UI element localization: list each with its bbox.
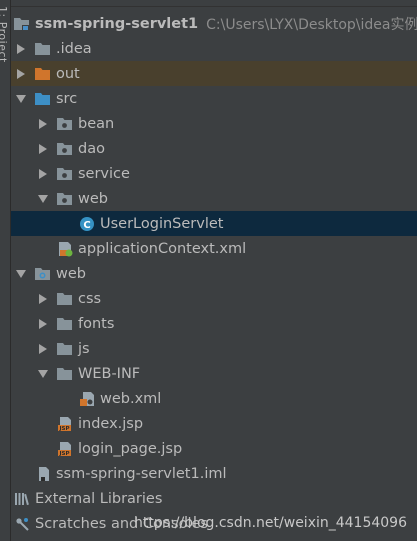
excluded-folder-icon: [34, 66, 51, 82]
tree-label: bean: [78, 115, 115, 132]
tree-row-dao[interactable]: dao: [11, 136, 417, 161]
tree-row-fonts[interactable]: fonts: [11, 311, 417, 336]
svg-text:C: C: [83, 220, 90, 231]
package-icon: [56, 116, 73, 132]
web-folder-icon: [34, 266, 51, 282]
tree-row-web-xml[interactable]: web.xml: [11, 386, 417, 411]
folder-icon: [56, 341, 73, 357]
folder-icon: [34, 41, 51, 57]
folder-icon: [56, 291, 73, 307]
tree-label: External Libraries: [35, 490, 163, 507]
tree-label: dao: [78, 140, 105, 157]
scratches-icon: [13, 516, 30, 532]
package-icon: [56, 141, 73, 157]
source-folder-icon: [34, 91, 51, 107]
libraries-icon: [13, 491, 30, 507]
chevron-down-icon[interactable]: [15, 268, 27, 280]
java-class-icon: C: [78, 216, 95, 232]
chevron-right-icon[interactable]: [15, 43, 27, 55]
chevron-right-icon[interactable]: [37, 143, 49, 155]
tree-row-iml[interactable]: ssm-spring-servlet1.iml: [11, 461, 417, 486]
tree-row-login-page-jsp[interactable]: JSP login_page.jsp: [11, 436, 417, 461]
tree-row-bean[interactable]: bean: [11, 111, 417, 136]
tree-row-web[interactable]: web: [11, 261, 417, 286]
chevron-down-icon[interactable]: [37, 368, 49, 380]
tree-label: service: [78, 165, 130, 182]
tree-label: applicationContext.xml: [78, 240, 247, 257]
tree-label: src: [56, 90, 78, 107]
package-icon: [56, 166, 73, 182]
tree-row-project-root[interactable]: ssm-spring-servlet1 C:\Users\LYX\Desktop…: [11, 11, 417, 36]
tree-label: web.xml: [100, 390, 162, 407]
project-path: C:\Users\LYX\Desktop\idea实例: [206, 16, 417, 33]
tree-row-service[interactable]: service: [11, 161, 417, 186]
tree-label: out: [56, 65, 80, 82]
tree-row-user-login-servlet[interactable]: C UserLoginServlet: [11, 211, 417, 236]
chevron-right-icon[interactable]: [37, 318, 49, 330]
xml-file-icon: [78, 391, 95, 407]
project-name: ssm-spring-servlet1: [35, 15, 199, 32]
watermark-text: https://blog.csdn.net/weixin_44154096: [133, 515, 407, 531]
tree-label: login_page.jsp: [78, 440, 183, 457]
module-file-icon: [34, 466, 51, 482]
tree-row-external-libraries[interactable]: External Libraries: [11, 486, 417, 511]
tree-row-web-inf[interactable]: WEB-INF: [11, 361, 417, 386]
tree-row-js[interactable]: js: [11, 336, 417, 361]
svg-text:JSP: JSP: [58, 451, 69, 457]
tree-row-application-context[interactable]: applicationContext.xml: [11, 236, 417, 261]
spring-xml-icon: [56, 241, 73, 257]
tree-label: ssm-spring-servlet1.iml: [56, 465, 227, 482]
tree-label: fonts: [78, 315, 115, 332]
chevron-down-icon[interactable]: [37, 193, 49, 205]
folder-icon: [56, 366, 73, 382]
chevron-right-icon[interactable]: [15, 68, 27, 80]
tree-label: index.jsp: [78, 415, 144, 432]
tree-row-src[interactable]: src: [11, 86, 417, 111]
package-icon: [56, 191, 73, 207]
tree-row-web-package[interactable]: web: [11, 186, 417, 211]
project-tool-window-strip[interactable]: 1: Project: [0, 0, 11, 541]
tree-label: js: [78, 340, 90, 357]
tree-label: WEB-INF: [78, 365, 141, 382]
tree-label: .idea: [56, 40, 92, 57]
folder-icon: [56, 316, 73, 332]
tree-label: UserLoginServlet: [100, 215, 224, 232]
tree-label: web: [56, 265, 86, 282]
jsp-file-icon: JSP: [56, 441, 73, 457]
chevron-right-icon[interactable]: [37, 168, 49, 180]
chevron-right-icon[interactable]: [37, 343, 49, 355]
tree-row-css[interactable]: css: [11, 286, 417, 311]
project-tool-tab[interactable]: 1: Project: [0, 6, 9, 63]
tree-row-index-jsp[interactable]: JSP index.jsp: [11, 411, 417, 436]
chevron-right-icon[interactable]: [37, 293, 49, 305]
svg-text:JSP: JSP: [58, 426, 69, 432]
module-folder-icon: [13, 16, 30, 32]
toolbar-edge: [11, 0, 417, 7]
chevron-right-icon[interactable]: [37, 118, 49, 130]
tree-label: web: [78, 190, 108, 207]
project-tree[interactable]: ssm-spring-servlet1 C:\Users\LYX\Desktop…: [11, 0, 417, 541]
chevron-down-icon[interactable]: [15, 93, 27, 105]
tree-row-out[interactable]: out: [11, 61, 417, 86]
jsp-file-icon: JSP: [56, 416, 73, 432]
tree-row-idea[interactable]: .idea: [11, 36, 417, 61]
tree-label: css: [78, 290, 102, 307]
